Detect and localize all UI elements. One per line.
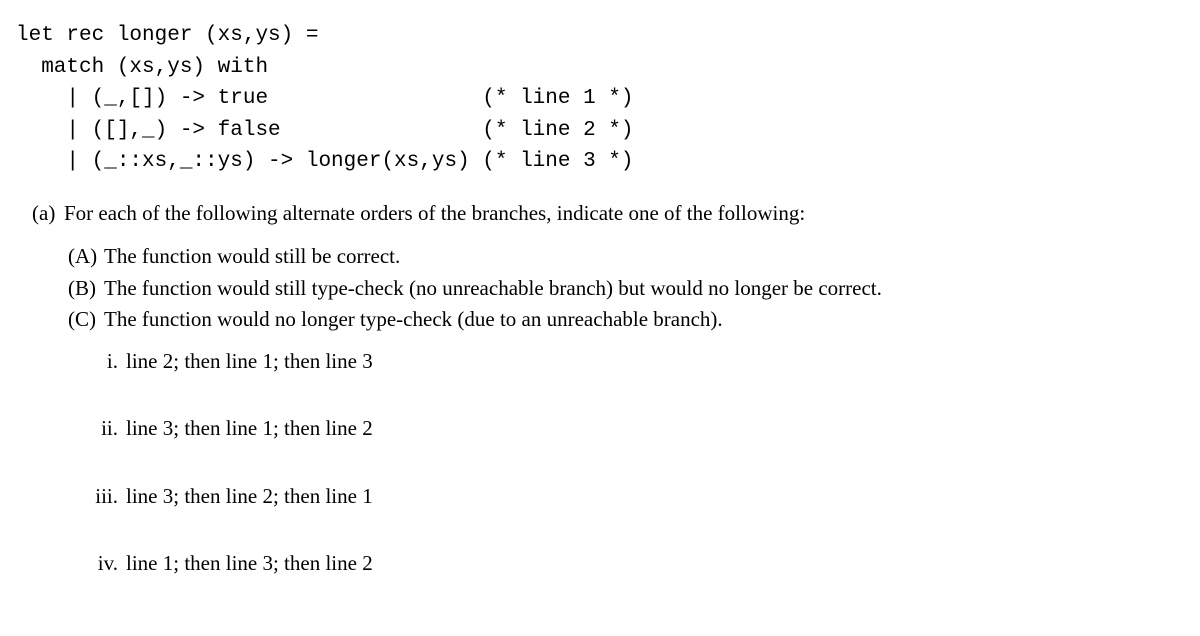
code-line-4: | ([],_) -> false (* line 2 *) <box>16 119 634 142</box>
option-B-text: The function would still type-check (no … <box>104 273 882 305</box>
option-A-label: (A) <box>68 241 104 273</box>
option-C-text: The function would no longer type-check … <box>104 304 723 336</box>
sub-ii-text: line 3; then line 1; then line 2 <box>126 413 373 445</box>
code-line-3: | (_,[]) -> true (* line 1 *) <box>16 87 634 110</box>
sub-item-ii: ii. line 3; then line 1; then line 2 <box>78 413 1184 445</box>
sub-i-label: i. <box>78 346 118 378</box>
sub-iv-label: iv. <box>78 548 118 580</box>
question-block: (a) For each of the following alternate … <box>32 198 1184 580</box>
code-line-5: | (_::xs,_::ys) -> longer(xs,ys) (* line… <box>16 150 634 173</box>
code-line-2: match (xs,ys) with <box>16 56 268 79</box>
options-list: (A) The function would still be correct.… <box>68 241 1184 336</box>
option-C: (C) The function would no longer type-ch… <box>68 304 1184 336</box>
code-block: let rec longer (xs,ys) = match (xs,ys) w… <box>16 20 1184 178</box>
part-a-text: For each of the following alternate orde… <box>64 198 805 230</box>
option-A-text: The function would still be correct. <box>104 241 400 273</box>
sub-iii-label: iii. <box>78 481 118 513</box>
option-A: (A) The function would still be correct. <box>68 241 1184 273</box>
sub-iv-text: line 1; then line 3; then line 2 <box>126 548 373 580</box>
sub-i-text: line 2; then line 1; then line 3 <box>126 346 373 378</box>
sub-item-i: i. line 2; then line 1; then line 3 <box>78 346 1184 378</box>
sub-ii-label: ii. <box>78 413 118 445</box>
sub-items: i. line 2; then line 1; then line 3 ii. … <box>78 346 1184 580</box>
code-line-1: let rec longer (xs,ys) = <box>16 24 318 47</box>
part-a-label: (a) <box>32 198 64 230</box>
part-a: (a) For each of the following alternate … <box>32 198 1184 230</box>
sub-item-iii: iii. line 3; then line 2; then line 1 <box>78 481 1184 513</box>
sub-iii-text: line 3; then line 2; then line 1 <box>126 481 373 513</box>
option-B: (B) The function would still type-check … <box>68 273 1184 305</box>
option-B-label: (B) <box>68 273 104 305</box>
option-C-label: (C) <box>68 304 104 336</box>
sub-item-iv: iv. line 1; then line 3; then line 2 <box>78 548 1184 580</box>
